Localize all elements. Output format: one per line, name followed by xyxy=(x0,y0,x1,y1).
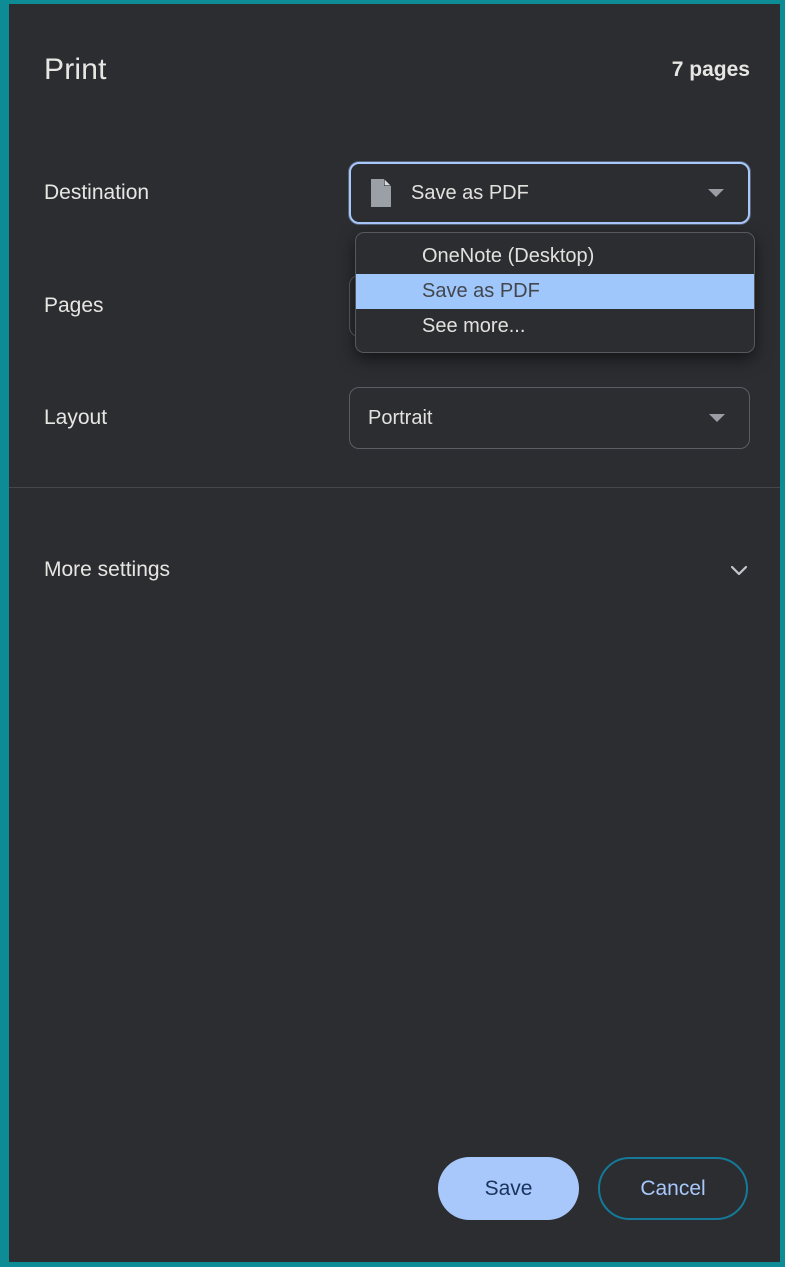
destination-label: Destination xyxy=(44,181,349,205)
save-button[interactable]: Save xyxy=(438,1157,579,1220)
layout-label: Layout xyxy=(44,406,349,430)
more-settings-toggle[interactable]: More settings xyxy=(44,544,750,596)
cancel-button[interactable]: Cancel xyxy=(598,1157,748,1220)
menu-item-label: See more... xyxy=(422,315,525,338)
page-count-label: 7 pages xyxy=(672,58,750,82)
layout-select[interactable]: Portrait xyxy=(349,387,750,449)
section-divider xyxy=(9,487,780,488)
dialog-footer: Save Cancel xyxy=(438,1157,748,1220)
pages-label: Pages xyxy=(44,294,349,318)
dropdown-arrow-icon xyxy=(708,189,724,197)
destination-dropdown-menu: OneNote (Desktop) Save as PDF See more..… xyxy=(355,232,755,353)
menu-item-save-as-pdf[interactable]: Save as PDF xyxy=(356,274,754,309)
chevron-down-icon xyxy=(728,559,750,581)
print-dialog: Print 7 pages Destination Save as PDF Pa… xyxy=(0,0,785,1267)
menu-item-see-more[interactable]: See more... xyxy=(356,309,754,344)
dialog-header: Print 7 pages xyxy=(44,46,750,94)
layout-value: Portrait xyxy=(368,407,709,430)
destination-select[interactable]: Save as PDF xyxy=(349,162,750,224)
document-icon xyxy=(369,178,393,208)
menu-item-onenote-desktop[interactable]: OneNote (Desktop) xyxy=(356,239,754,274)
destination-row: Destination Save as PDF xyxy=(44,162,750,224)
layout-row: Layout Portrait xyxy=(44,387,750,449)
more-settings-label: More settings xyxy=(44,558,170,582)
dropdown-arrow-icon xyxy=(709,414,725,422)
page-title: Print xyxy=(44,53,107,87)
menu-item-label: Save as PDF xyxy=(422,280,540,303)
destination-value: Save as PDF xyxy=(411,182,708,205)
menu-item-label: OneNote (Desktop) xyxy=(422,245,594,268)
